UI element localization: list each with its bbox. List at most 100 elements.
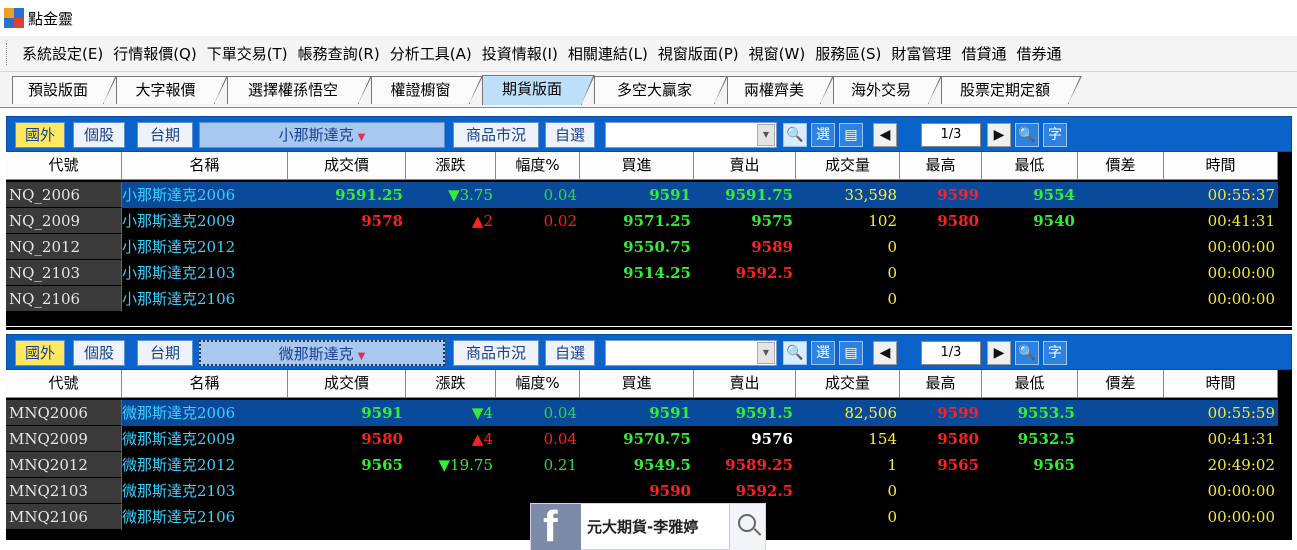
prev-page-icon[interactable]: ◀ — [873, 341, 897, 365]
taiex-futures-button[interactable]: 台期 — [137, 122, 193, 148]
column-header[interactable]: 成交價 — [288, 152, 406, 180]
search-icon[interactable]: 🔍 — [783, 341, 807, 365]
stock-button[interactable]: 個股 — [73, 122, 125, 148]
menu-item[interactable]: 相關連結(L) — [563, 42, 653, 66]
combo-dropdown-icon[interactable]: ▼ — [757, 342, 775, 364]
symbol-combo-input[interactable]: ▼ — [605, 122, 777, 148]
font-size-icon[interactable]: 字 — [1043, 341, 1067, 365]
column-header[interactable]: 幅度% — [496, 152, 580, 180]
cell-code: MNQ2106 — [6, 504, 122, 530]
stock-button[interactable]: 個股 — [73, 340, 125, 366]
column-header[interactable]: 成交量 — [796, 370, 900, 398]
column-header[interactable]: 最低 — [982, 370, 1078, 398]
product-dropdown[interactable]: 微那斯達克 ▼ — [199, 340, 445, 366]
tab-8[interactable]: 股票定期定額 — [941, 76, 1082, 104]
cell-high: 9565 — [937, 456, 979, 474]
tab-0[interactable]: 預設版面 — [12, 76, 117, 104]
column-header[interactable]: 賣出 — [694, 152, 796, 180]
table-row[interactable]: NQ_2009 小那斯達克2009 9578 ▲2 0.02 9571.25 9575 102… — [6, 208, 1278, 234]
cell-change: ▼4 — [406, 400, 496, 426]
foreign-button[interactable]: 國外 — [15, 122, 65, 148]
cell-name: 小那斯達克2106 — [122, 290, 236, 308]
table-row[interactable]: NQ_2106 小那斯達克2106 0 00:00:00 — [6, 286, 1278, 312]
market-status-button[interactable]: 商品市況 — [453, 122, 539, 148]
tab-4[interactable]: 期貨版面 — [482, 75, 595, 105]
next-page-icon[interactable]: ▶ — [987, 123, 1011, 147]
symbol-combo-input[interactable]: ▼ — [605, 340, 777, 366]
table-row[interactable]: NQ_2006 小那斯達克2006 9591.25 ▼3.75 0.04 9591 9591… — [6, 182, 1278, 208]
cell-high: 9580 — [937, 430, 979, 448]
zoom-icon[interactable]: 🔍 — [1015, 123, 1039, 147]
column-header[interactable]: 名稱 — [122, 152, 288, 180]
menu-grip[interactable] — [6, 42, 9, 65]
column-header[interactable]: 最高 — [900, 152, 982, 180]
column-header[interactable]: 漲跌 — [406, 370, 496, 398]
tab-7[interactable]: 海外交易 — [833, 76, 942, 104]
tab-6[interactable]: 兩權齊美 — [727, 76, 834, 104]
table-row[interactable]: MNQ2006 微那斯達克2006 9591 ▼4 0.04 9591 9591.5 82,5… — [6, 400, 1278, 426]
search-icon[interactable]: 🔍 — [783, 123, 807, 147]
watchlist-button[interactable]: 自選 — [545, 340, 595, 366]
menu-item[interactable]: 行情報價(Q) — [108, 42, 202, 66]
menu-item[interactable]: 視窗版面(P) — [653, 42, 744, 66]
cell-high: 9580 — [937, 212, 979, 230]
taiex-futures-button[interactable]: 台期 — [137, 340, 193, 366]
menu-item[interactable]: 分析工具(A) — [385, 42, 477, 66]
menu-item[interactable]: 借貸通 — [956, 42, 1011, 66]
column-header[interactable]: 漲跌 — [406, 152, 496, 180]
column-header[interactable]: 成交價 — [288, 370, 406, 398]
column-header[interactable]: 賣出 — [694, 370, 796, 398]
tab-1[interactable]: 大字報價 — [116, 76, 228, 104]
list-view-icon[interactable]: ▤ — [839, 123, 863, 147]
tab-2[interactable]: 選擇權孫悟空 — [227, 76, 372, 104]
column-header[interactable]: 幅度% — [496, 370, 580, 398]
table-row[interactable]: NQ_2012 小那斯達克2012 9550.75 9589 0 00:00:00 — [6, 234, 1278, 260]
search-icon[interactable] — [729, 504, 765, 550]
cell-ask: 9576 — [751, 430, 793, 448]
table-row[interactable]: MNQ2012 微那斯達克2012 9565 ▼19.75 0.21 9549.5 9589… — [6, 452, 1278, 478]
menu-item[interactable]: 帳務查詢(R) — [293, 42, 385, 66]
select-button[interactable]: 選 — [811, 123, 835, 147]
column-header[interactable]: 最低 — [982, 152, 1078, 180]
column-header[interactable]: 時間 — [1164, 370, 1278, 398]
product-dropdown[interactable]: 小那斯達克 ▼ — [199, 122, 445, 148]
menu-item[interactable]: 視窗(W) — [744, 42, 811, 66]
cell-pct: 0.04 — [496, 182, 580, 208]
select-button[interactable]: 選 — [811, 341, 835, 365]
column-header[interactable]: 時間 — [1164, 152, 1278, 180]
cell-ask: 9592.5 — [735, 482, 793, 500]
cell-volume: 0 — [887, 264, 897, 282]
quote-panel-mini-nasdaq: 國外 個股 台期 小那斯達克 ▼ 商品市況 自選 ▼ 🔍 選 ▤ ◀ 1/3 ▶ 🔍 字代號 名稱 成交價 漲跌 幅度… — [6, 116, 1292, 330]
cell-bid: 9514.25 — [623, 264, 691, 282]
watchlist-button[interactable]: 自選 — [545, 122, 595, 148]
column-header[interactable]: 買進 — [580, 370, 694, 398]
tab-3[interactable]: 權證櫥窗 — [371, 76, 483, 104]
font-size-icon[interactable]: 字 — [1043, 123, 1067, 147]
column-header[interactable]: 成交量 — [796, 152, 900, 180]
menu-item[interactable]: 投資情報(I) — [477, 42, 563, 66]
menu-item[interactable]: 財富管理 — [886, 42, 956, 66]
table-row[interactable]: MNQ2009 微那斯達克2009 9580 ▲4 0.04 9570.75 9576 154… — [6, 426, 1278, 452]
menu-item[interactable]: 系統設定(E) — [17, 42, 108, 66]
zoom-icon[interactable]: 🔍 — [1015, 341, 1039, 365]
next-page-icon[interactable]: ▶ — [987, 341, 1011, 365]
column-header[interactable]: 最高 — [900, 370, 982, 398]
menu-item[interactable]: 下單交易(T) — [202, 42, 293, 66]
prev-page-icon[interactable]: ◀ — [873, 123, 897, 147]
table-row[interactable]: NQ_2103 小那斯達克2103 9514.25 9592.5 0 00:00:00 — [6, 260, 1278, 286]
list-view-icon[interactable]: ▤ — [839, 341, 863, 365]
column-header[interactable]: 價差 — [1078, 370, 1164, 398]
cell-low: 9565 — [1033, 456, 1075, 474]
table-row[interactable]: MNQ2103 微那斯達克2103 9590 9592.5 0 00:00:00 — [6, 478, 1278, 504]
column-header[interactable]: 名稱 — [122, 370, 288, 398]
menu-item[interactable]: 借券通 — [1011, 42, 1066, 66]
market-status-button[interactable]: 商品市況 — [453, 340, 539, 366]
foreign-button[interactable]: 國外 — [15, 340, 65, 366]
column-header[interactable]: 代號 — [6, 370, 122, 398]
tab-5[interactable]: 多空大贏家 — [594, 76, 728, 104]
menu-item[interactable]: 服務區(S) — [810, 42, 886, 66]
column-header[interactable]: 價差 — [1078, 152, 1164, 180]
column-header[interactable]: 買進 — [580, 152, 694, 180]
combo-dropdown-icon[interactable]: ▼ — [757, 124, 775, 146]
column-header[interactable]: 代號 — [6, 152, 122, 180]
